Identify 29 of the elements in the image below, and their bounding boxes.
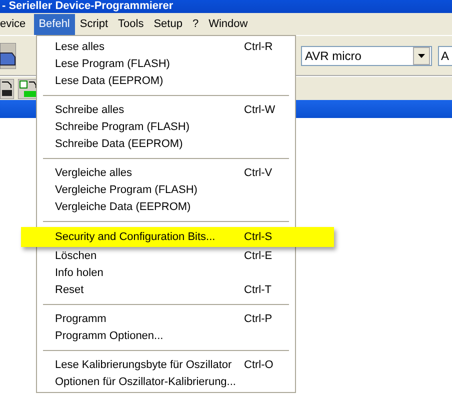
menu-item[interactable]: Schreibe Program (FLASH) [37,118,295,135]
menu-bar-item[interactable]: Befehl [34,14,75,34]
menu-item[interactable]: Lese Data (EEPROM) [37,72,295,89]
menu-item[interactable]: Reset Ctrl-T [37,281,295,298]
window-title: - Serieller Device-Programmierer [2,0,174,13]
menu-item[interactable]: Schreibe alles Ctrl-W [37,101,295,118]
menu-bar-item[interactable]: Tools [113,14,149,34]
device-family-dropdown[interactable]: AVR micro [301,46,432,66]
menu-item[interactable]: Schreibe Data (EEPROM) [37,135,295,152]
menu-item[interactable]: Lese Kalibrierungsbyte für Oszillator Ctrl-O [37,356,295,373]
menu-item[interactable]: Programm Ctrl-P [37,310,295,327]
menu-item[interactable]: Programm Optionen... [37,327,295,344]
menu-bar-item[interactable]: Window [204,14,253,34]
menu-item[interactable]: Vergleiche alles Ctrl-V [37,164,295,181]
menu-item[interactable]: Lese Program (FLASH) [37,55,295,72]
folder-icon[interactable] [0,42,16,68]
caret-icon [418,54,425,58]
menu-bar-item[interactable]: Script [74,14,114,34]
menu-bar-item[interactable]: evice [0,14,31,34]
device-dropdown[interactable]: A [438,46,452,66]
menu-bar-item[interactable]: ? [187,14,204,34]
menu-item[interactable]: Vergleiche Data (EEPROM) [37,198,295,215]
menu-item[interactable]: Löschen Ctrl-E [37,247,295,264]
menu-item[interactable]: Lese alles Ctrl-R [37,38,295,55]
menu-bar-item[interactable]: Setup [148,14,188,34]
menu-item[interactable]: Vergleiche Program (FLASH) [37,181,295,198]
menu-item[interactable]: Security and Configuration Bits... Ctrl-S [21,227,334,247]
menu-item[interactable]: Info holen [37,264,295,281]
menu-item[interactable]: Optionen für Oszillator-Kalibrierung... [37,373,295,390]
